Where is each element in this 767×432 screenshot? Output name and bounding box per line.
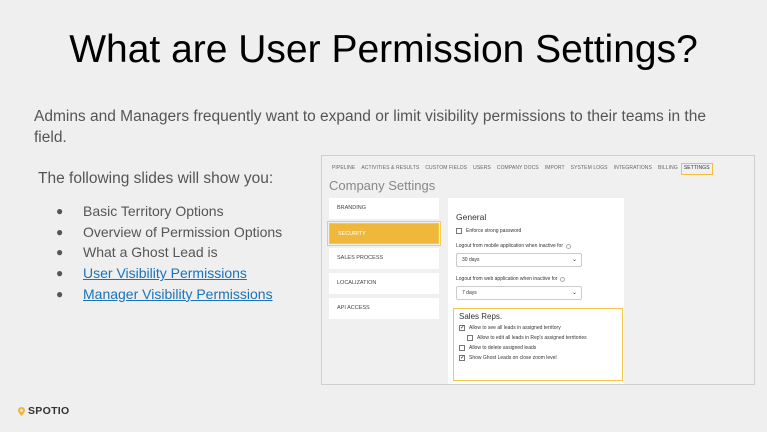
edit-all-leads-option: Allow to edit all leads in Rep's assigne… [467,335,617,341]
info-icon [566,243,572,249]
web-logout-text: Logout from web application when inactiv… [456,276,558,282]
spotio-logo: SPOTIO [18,405,69,417]
top-nav: PIPELINE ACTIVITIES & RESULTS CUSTOM FIE… [329,163,713,175]
sidebar-item-api-access[interactable]: API ACCESS [329,298,439,319]
chevron-down-icon: ⌄ [571,290,577,296]
ghost-leads-label: Show Ghost Leads on close zoom level [469,355,557,361]
slide-title: What are User Permission Settings? [69,28,698,71]
list-item: ● What a Ghost Lead is [56,242,282,263]
nav-item-company-docs[interactable]: COMPANY DOCS [494,163,542,175]
nav-item-settings[interactable]: SETTINGS [680,163,713,175]
edit-all-leads-label: Allow to edit all leads in Rep's assigne… [477,335,587,341]
sidebar-item-branding[interactable]: BRANDING [329,198,439,219]
bullet-icon: ● [56,245,64,260]
enforce-password-option: Enforce strong password [456,228,616,234]
nav-item-integrations[interactable]: INTEGRATIONS [611,163,655,175]
nav-item-system-logs[interactable]: SYSTEM LOGS [568,163,611,175]
mobile-logout-label: Logout from mobile application when inac… [456,243,616,249]
enforce-password-label: Enforce strong password [466,228,522,234]
bullet-icon: ● [56,266,64,281]
nav-item-import[interactable]: IMPORT [542,163,568,175]
list-item: ● User Visibility Permissions [56,263,282,284]
mobile-logout-value: 30 days [462,257,480,263]
chevron-down-icon: ⌄ [571,257,577,263]
company-settings-screenshot: PIPELINE ACTIVITIES & RESULTS CUSTOM FIE… [321,155,755,385]
settings-sidebar: BRANDING SECURITY SALES PROCESS LOCALIZA… [327,198,441,323]
list-item: ● Manager Visibility Permissions [56,284,282,305]
bullet-text: What a Ghost Lead is [83,244,218,261]
info-icon [560,276,566,282]
nav-item-users[interactable]: USERS [470,163,494,175]
bullet-text: Overview of Permission Options [83,223,283,240]
user-visibility-link[interactable]: User Visibility Permissions [83,265,247,281]
intro-text: Admins and Managers frequently want to e… [34,108,706,146]
sidebar-item-sales-process[interactable]: SALES PROCESS [329,248,439,269]
nav-item-activities[interactable]: ACTIVITIES & RESULTS [358,163,422,175]
web-logout-select[interactable]: 7 days ⌄ [456,286,582,300]
lead-text: The following slides will show you: [38,170,274,187]
web-logout-label: Logout from web application when inactiv… [456,276,616,282]
location-pin-icon [18,406,25,416]
ghost-leads-checkbox[interactable] [459,354,465,361]
nav-item-custom-fields[interactable]: CUSTOM FIELDS [422,163,470,175]
delete-leads-option: Allow to delete assigned leads [459,345,617,351]
mobile-logout-text: Logout from mobile application when inac… [456,243,564,249]
bullet-icon: ● [56,204,64,218]
enforce-password-checkbox[interactable] [456,228,462,234]
nav-item-pipeline[interactable]: PIPELINE [329,163,358,175]
sidebar-item-localization[interactable]: LOCALIZATION [329,273,439,294]
delete-leads-checkbox[interactable] [459,345,465,351]
nav-item-billing[interactable]: BILLING [655,163,681,175]
sales-reps-heading: Sales Reps. [459,312,503,321]
bullet-list: ● Basic Territory Options ● Overview of Pe… [56,201,282,304]
manager-visibility-link[interactable]: Manager Visibility Permissions [83,286,273,302]
see-all-leads-checkbox[interactable] [459,324,465,331]
ghost-leads-option: Show Ghost Leads on close zoom level [459,354,617,361]
list-item: ● Basic Territory Options [56,201,282,222]
sidebar-item-security[interactable]: SECURITY [327,221,441,246]
sales-reps-section: Sales Reps. Allow to see all leads in as… [453,308,623,381]
general-heading: General [456,212,487,222]
bullet-icon: ● [56,286,64,301]
page-title: Company Settings [329,178,436,193]
web-logout-value: 7 days [462,290,477,296]
list-item: ● Overview of Permission Options [56,222,282,243]
logo-text: SPOTIO [28,405,70,417]
mobile-logout-select[interactable]: 30 days ⌄ [456,253,582,267]
edit-all-leads-checkbox[interactable] [467,335,473,341]
delete-leads-label: Allow to delete assigned leads [469,345,537,351]
bullet-text: Basic Territory Options [83,203,224,219]
bullet-icon: ● [56,224,64,239]
see-all-leads-option: Allow to see all leads in assigned terri… [459,324,617,331]
see-all-leads-label: Allow to see all leads in assigned terri… [469,325,561,331]
